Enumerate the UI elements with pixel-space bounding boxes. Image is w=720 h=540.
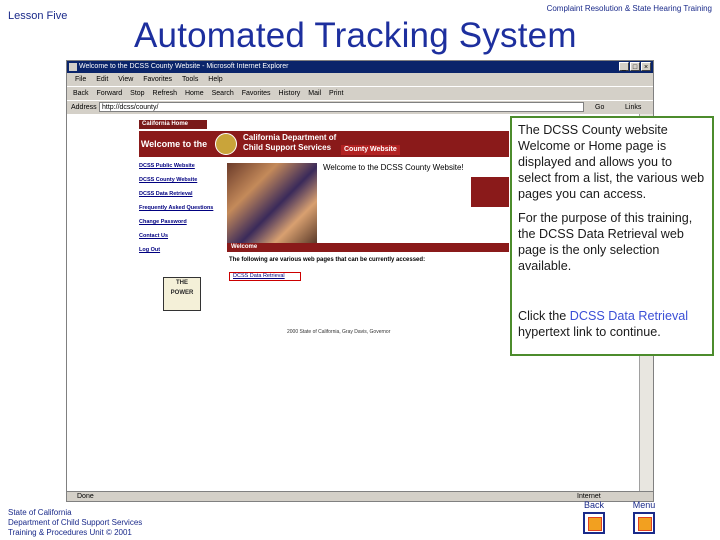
status-bar: Done Internet [67, 491, 653, 502]
address-input[interactable]: http://dcss/county/ [99, 102, 584, 112]
callout-paragraph-1: The DCSS County website Welcome or Home … [518, 123, 705, 201]
callout-paragraph-2: For the purpose of this training, the DC… [518, 211, 693, 273]
toolbar-mail[interactable]: Mail [308, 90, 321, 97]
site-copyright: 2000 State of California, Gray Davis, Go… [287, 329, 391, 335]
toolbar-forward[interactable]: Forward [97, 90, 123, 97]
department-line1: California Department of [243, 133, 337, 142]
toolbar-back[interactable]: Back [73, 90, 89, 97]
lesson-label: Lesson Five [8, 10, 68, 22]
menu-edit[interactable]: Edit [96, 76, 108, 83]
dcss-data-retrieval-link[interactable]: DCSS Data Retrieval [229, 272, 301, 281]
menu-help[interactable]: Help [208, 76, 222, 83]
welcome-banner: Welcome to the [139, 131, 209, 157]
maximize-button[interactable]: □ [630, 62, 640, 71]
decorative-red-panel [471, 177, 509, 207]
callout-text-after: hypertext link to continue. [518, 325, 661, 339]
toolbar-history[interactable]: History [279, 90, 301, 97]
toolbar-stop[interactable]: Stop [130, 90, 144, 97]
back-nav[interactable]: Back [583, 500, 605, 534]
nav-log-out[interactable]: Log Out [139, 247, 227, 254]
go-button[interactable]: Go [595, 101, 604, 114]
browser-titlebar: Welcome to the DCSS County Website - Mic… [67, 61, 653, 73]
toolbar-search[interactable]: Search [212, 90, 234, 97]
menu-tools[interactable]: Tools [182, 76, 198, 83]
minimize-button[interactable]: _ [619, 62, 629, 71]
power-logo: THE POWER [163, 277, 201, 311]
children-photo [227, 163, 317, 243]
address-bar: Address http://dcss/county/ Go Links [67, 100, 653, 114]
nav-contact-us[interactable]: Contact Us [139, 233, 227, 240]
status-text: Done [77, 493, 94, 500]
nav-change-password[interactable]: Change Password [139, 219, 227, 226]
menu-label: Menu [632, 500, 656, 510]
nav-faq[interactable]: Frequently Asked Questions [139, 205, 227, 212]
ie-icon [69, 63, 77, 71]
menu-file[interactable]: File [75, 76, 86, 83]
menu-bar: File Edit View Favorites Tools Help [67, 73, 653, 86]
state-seal-icon [215, 133, 237, 155]
welcome-title: Welcome to the DCSS County Website! [323, 163, 464, 172]
site-side-nav: DCSS Public Website DCSS County Website … [139, 163, 227, 261]
county-website-page: California Home Welcome to the Californi… [137, 117, 509, 335]
window-title: Welcome to the DCSS County Website - Mic… [79, 63, 289, 70]
footer-line1: State of California [8, 508, 72, 517]
links-button[interactable]: Links [625, 101, 641, 114]
menu-button[interactable] [633, 512, 655, 534]
county-website-tag: County Website [341, 145, 400, 155]
slide-title: Automated Tracking System [134, 16, 577, 55]
footer-credits: State of California Department of Child … [8, 508, 142, 538]
address-label: Address [71, 104, 97, 111]
welcome-bar: Welcome [227, 243, 509, 252]
course-label: Complaint Resolution & State Hearing Tra… [546, 4, 712, 13]
close-button[interactable]: × [641, 62, 651, 71]
back-button[interactable] [583, 512, 605, 534]
toolbar-refresh[interactable]: Refresh [153, 90, 178, 97]
department-line2: Child Support Services [243, 143, 332, 152]
footer-line3: Training & Procedures Unit © 2001 [8, 528, 132, 537]
toolbar-home[interactable]: Home [185, 90, 204, 97]
nav-dcss-county-website[interactable]: DCSS County Website [139, 177, 227, 184]
toolbar-favorites[interactable]: Favorites [242, 90, 271, 97]
menu-favorites[interactable]: Favorites [143, 76, 172, 83]
nav-dcss-public-website[interactable]: DCSS Public Website [139, 163, 227, 170]
footer-line2: Department of Child Support Services [8, 518, 143, 527]
menu-view[interactable]: View [118, 76, 133, 83]
back-label: Back [583, 500, 604, 510]
nav-dcss-data-retrieval[interactable]: DCSS Data Retrieval [139, 191, 227, 198]
menu-nav[interactable]: Menu [630, 500, 658, 534]
instruction-callout: The DCSS County website Welcome or Home … [510, 116, 714, 356]
toolbar-print[interactable]: Print [329, 90, 343, 97]
callout-paragraph-3: Click the DCSS Data Retrieval hypertext … [518, 308, 706, 340]
department-banner: California Department of Child Support S… [209, 131, 509, 157]
list-heading: The following are various web pages that… [229, 257, 426, 263]
callout-highlight-link-text: DCSS Data Retrieval [569, 309, 689, 323]
callout-text-before: Click the [518, 309, 570, 323]
california-home-link[interactable]: California Home [139, 120, 207, 129]
toolbar: Back Forward Stop Refresh Home Search Fa… [67, 86, 653, 101]
